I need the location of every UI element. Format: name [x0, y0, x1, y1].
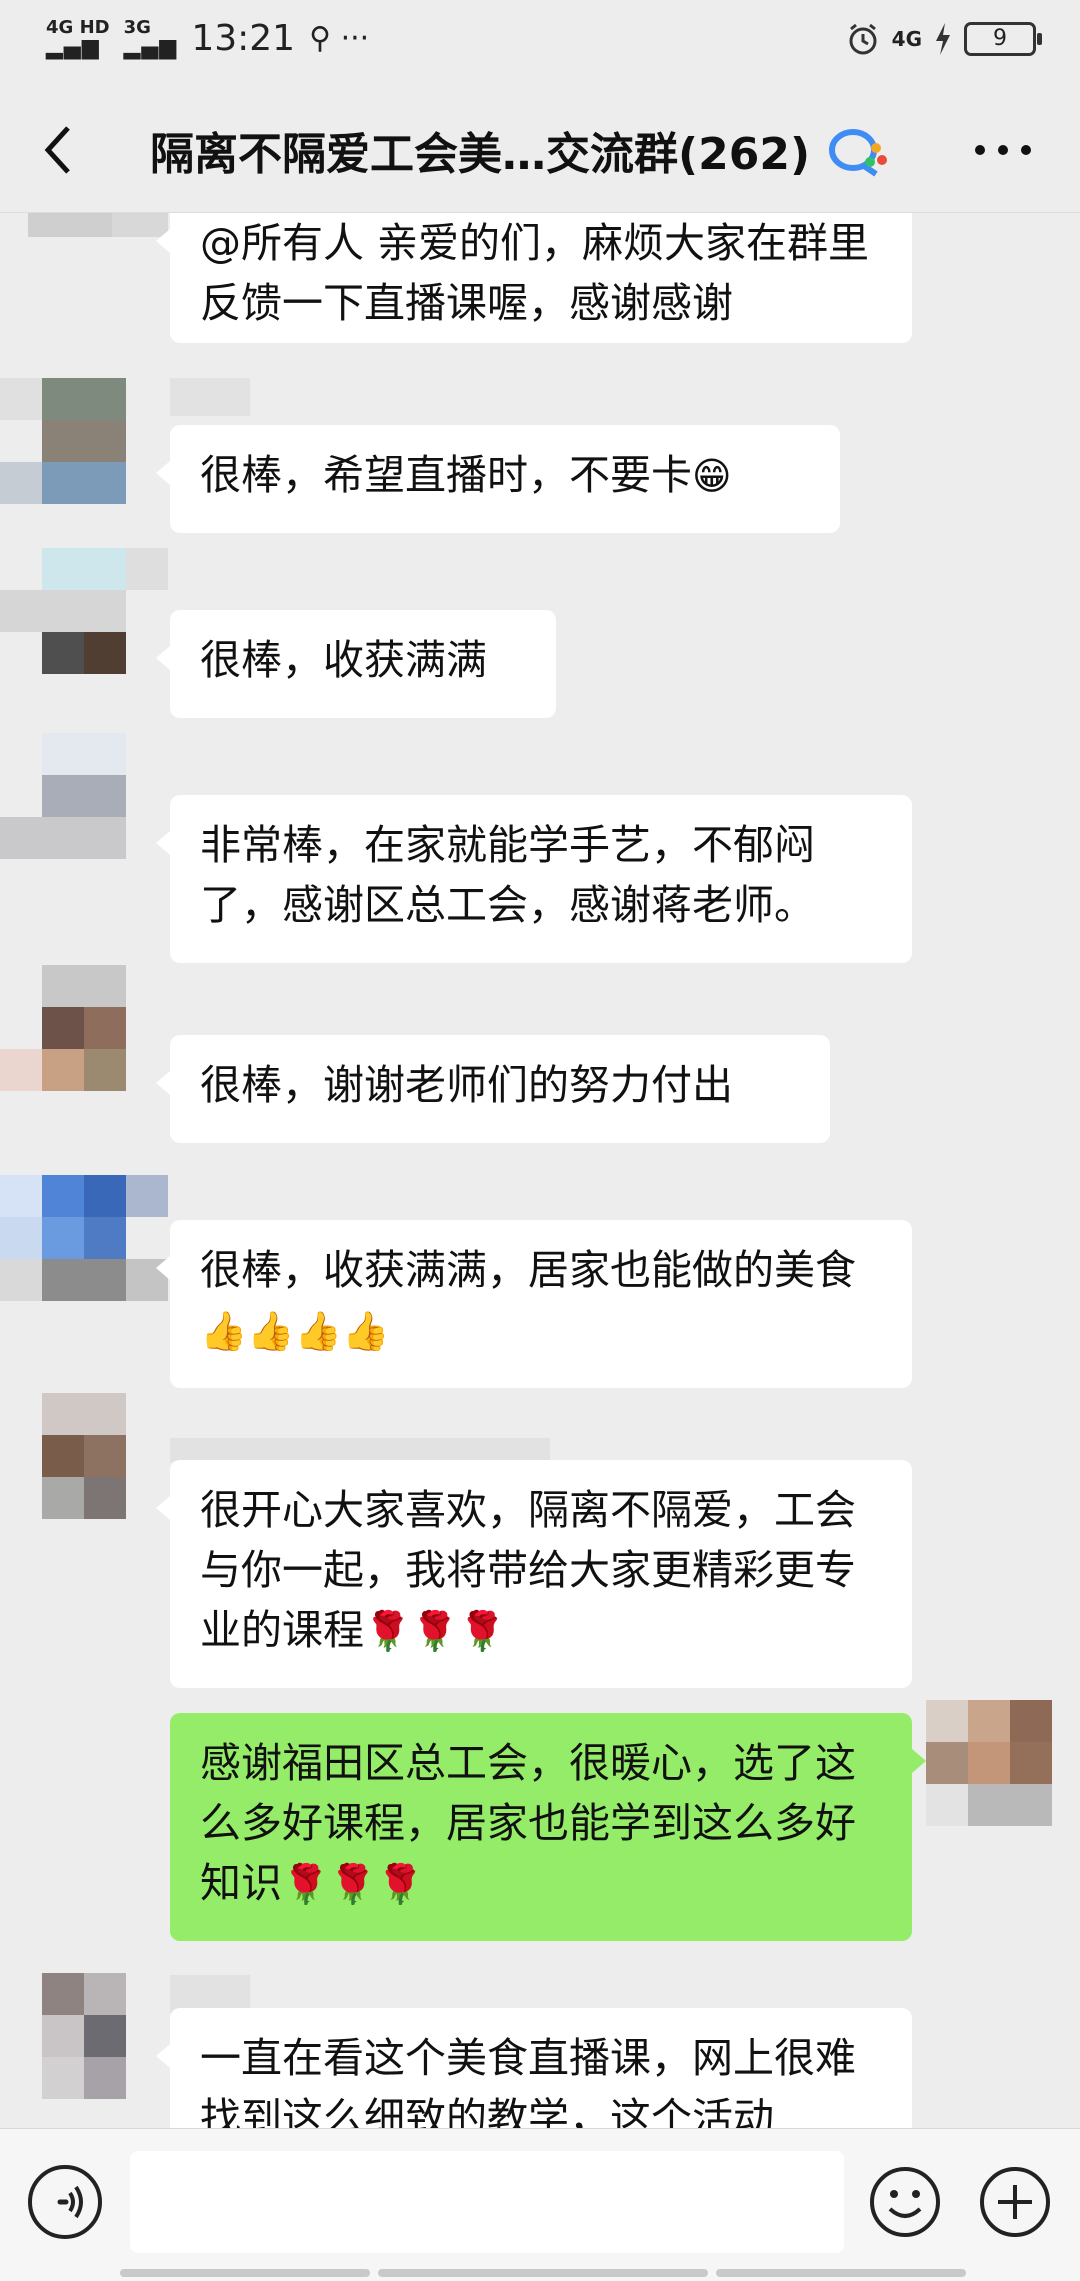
- avatar[interactable]: [0, 1393, 168, 1561]
- plus-icon[interactable]: [978, 2165, 1052, 2239]
- nav-indicator: [378, 2269, 708, 2277]
- message-text: 非常棒，在家就能学手艺，不郁闷了，感谢区总工会，感谢蒋老师。: [200, 821, 815, 929]
- status-extras: ⚲ ···: [309, 21, 370, 56]
- message-bubble[interactable]: 很棒，谢谢老师们的努力付出: [156, 1035, 830, 1143]
- message-bubble[interactable]: @所有人 亲爱的们，麻烦大家在群里反馈一下直播课喔，感谢感谢: [156, 213, 912, 343]
- rose-emoji-icon: 🌹🌹🌹: [282, 1862, 424, 1906]
- message-list[interactable]: @所有人 亲爱的们，麻烦大家在群里反馈一下直播课喔，感谢感谢 很棒，希望直播时，…: [0, 213, 1080, 2128]
- my-avatar[interactable]: [926, 1700, 1052, 1826]
- avatar[interactable]: [0, 548, 168, 716]
- avatar[interactable]: [0, 378, 168, 546]
- battery-icon: 9: [964, 22, 1042, 56]
- alarm-icon: [849, 23, 877, 55]
- message-bubble[interactable]: 很棒，收获满满，居家也能做的美食 👍👍👍👍: [156, 1220, 912, 1388]
- message-bubble[interactable]: 一直在看这个美食直播课，网上很难找到这么细致的教学，这个活动: [156, 2008, 912, 2128]
- network-label-1: 4G HD: [46, 16, 110, 38]
- message-input[interactable]: [130, 2151, 844, 2253]
- avatar[interactable]: [0, 965, 168, 1133]
- message-text: 很棒，希望直播时，不要卡: [200, 451, 692, 499]
- chat-header: 隔离不隔爱工会美…交流群(262): [0, 88, 1080, 213]
- charging-icon: [936, 23, 950, 55]
- message-bubble[interactable]: 很棒，收获满满: [156, 610, 556, 718]
- enterprise-group-icon: [829, 129, 887, 177]
- message-text: 一直在看这个美食直播课，网上很难找到这么细致的教学，这个活动: [200, 2034, 856, 2128]
- message-text: 很开心大家喜欢，隔离不隔爱，工会与你一起，我将带给大家更精彩更专业的课程: [200, 1486, 856, 1654]
- message-text: 很棒，收获满满: [200, 636, 487, 684]
- message-bubble[interactable]: 非常棒，在家就能学手艺，不郁闷了，感谢区总工会，感谢蒋老师。: [156, 795, 912, 963]
- emoji-icon[interactable]: [868, 2165, 942, 2239]
- rose-emoji-icon: 🌹🌹🌹: [364, 1609, 506, 1653]
- voice-icon[interactable]: [28, 2165, 102, 2239]
- network-label-right: 4G: [891, 27, 922, 51]
- thumbs-up-emoji-icon: 👍👍👍👍: [200, 1309, 390, 1353]
- avatar[interactable]: [0, 1175, 168, 1343]
- nav-indicator: [120, 2269, 370, 2277]
- more-dots-icon[interactable]: [970, 130, 1036, 170]
- network-signal-icon: 4G HD ▂▄▆: [46, 16, 110, 60]
- clock: 13:21: [191, 18, 296, 59]
- network-label-2: 3G: [123, 16, 151, 38]
- grin-emoji-icon: 😁: [692, 454, 732, 498]
- nickname: [170, 378, 250, 416]
- avatar[interactable]: [0, 733, 168, 901]
- message-text: 很棒，收获满满，居家也能做的美食: [200, 1246, 856, 1294]
- message-bubble[interactable]: 很棒，希望直播时，不要卡😁: [156, 425, 840, 533]
- message-bubble[interactable]: 很开心大家喜欢，隔离不隔爱，工会与你一起，我将带给大家更精彩更专业的课程🌹🌹🌹: [156, 1460, 912, 1688]
- input-bar: [0, 2128, 1080, 2281]
- avatar[interactable]: [0, 1973, 168, 2128]
- message-text: @所有人 亲爱的们，麻烦大家在群里反馈一下直播课喔，感谢感谢: [200, 219, 870, 327]
- battery-level: 9: [993, 26, 1007, 51]
- chat-title[interactable]: 隔离不隔爱工会美…交流群(262): [150, 118, 810, 182]
- nav-indicator: [716, 2269, 966, 2277]
- my-message-bubble[interactable]: 感谢福田区总工会，很暖心，选了这么多好课程，居家也能学到这么多好知识🌹🌹🌹: [170, 1713, 926, 1941]
- chevron-left-icon[interactable]: [36, 122, 86, 178]
- message-text: 很棒，谢谢老师们的努力付出: [200, 1061, 733, 1109]
- nickname: [170, 1438, 550, 1462]
- status-bar: 4G HD ▂▄▆ 3G ▂▄▆ 13:21 ⚲ ··· 4G 9: [0, 0, 1080, 88]
- network-signal-icon-2: 3G ▂▄▆: [123, 16, 178, 60]
